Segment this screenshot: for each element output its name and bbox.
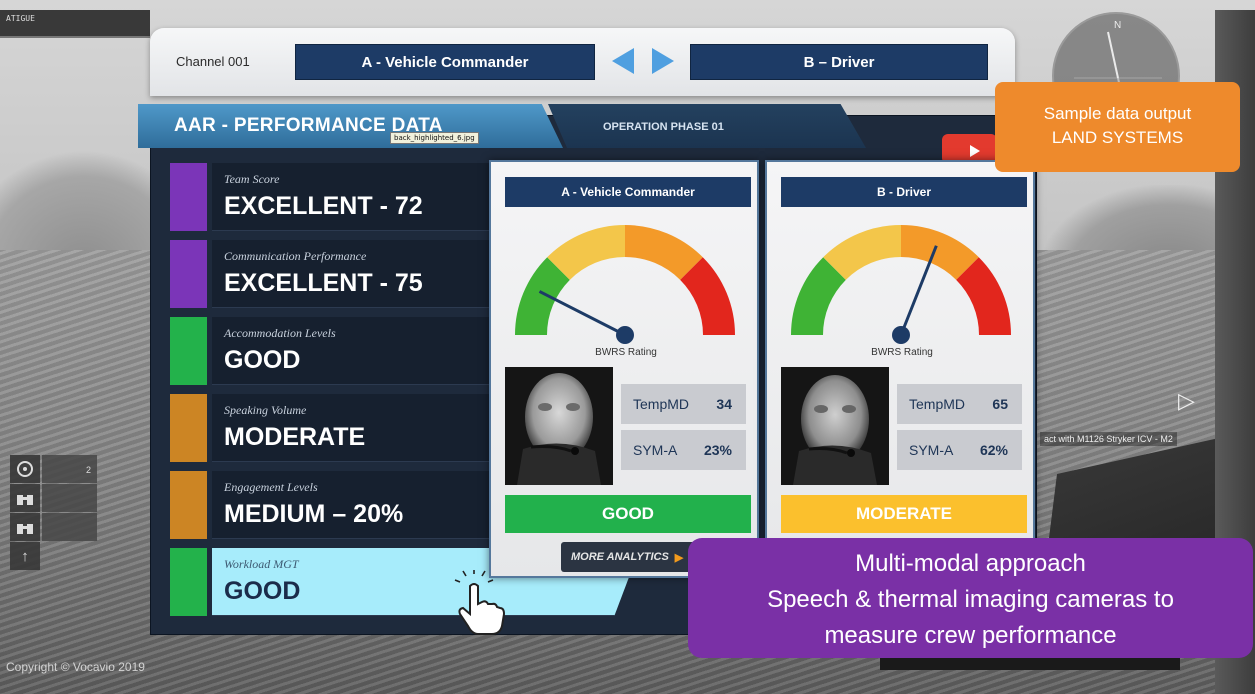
gauge-hub xyxy=(892,326,910,344)
metric-label: Communication Performance xyxy=(224,249,367,263)
vehicle-label: act with M1126 Stryker ICV - M2 xyxy=(1040,432,1177,446)
chevron-right-icon: ▶ xyxy=(674,551,684,564)
stat-tempmd: TempMD 65 xyxy=(897,384,1022,424)
hud-slot xyxy=(42,513,97,541)
metric-value: MEDIUM – 20% xyxy=(224,500,404,528)
channel-bar: Channel 001 A - Vehicle Commander B – Dr… xyxy=(150,28,1015,96)
sample-data-callout: Sample data output LAND SYSTEMS xyxy=(995,82,1240,172)
metric-color-tag xyxy=(170,163,207,231)
play-icon[interactable]: ▷ xyxy=(1178,388,1195,414)
hud-slot-count: 2 xyxy=(42,455,97,483)
phase-tab[interactable]: OPERATION PHASE 01 xyxy=(548,104,866,148)
crew-card-a: A - Vehicle Commander BWRS Rating TempMD… xyxy=(489,160,759,578)
crew-card-b: B - Driver BWRS Rating TempMD 65 SYM-A 6… xyxy=(765,160,1035,578)
more-analytics-button[interactable]: MORE ANALYTICS ▶ xyxy=(561,542,701,572)
metric-value: GOOD xyxy=(224,577,301,605)
callout-line: Sample data output xyxy=(1043,104,1192,123)
crew-b-selector[interactable]: B – Driver xyxy=(690,44,988,80)
stat-name: SYM-A xyxy=(909,442,954,458)
gauge-needle xyxy=(538,290,626,337)
metric-label: Workload MGT xyxy=(224,557,299,571)
metric-box: Accommodation Levels GOOD xyxy=(212,317,532,385)
stat-value: 62% xyxy=(979,442,1008,458)
metric-value: EXCELLENT - 72 xyxy=(224,192,423,220)
stat-name: TempMD xyxy=(909,396,966,412)
hud-controls: 2 ↑ xyxy=(10,455,97,571)
callout-line: measure crew performance xyxy=(824,622,1117,649)
previous-arrow-icon[interactable] xyxy=(612,48,634,74)
callout-line: Speech & thermal imaging cameras to xyxy=(767,586,1174,613)
bwrs-gauge xyxy=(515,225,735,344)
metric-color-tag xyxy=(170,317,207,385)
gauge-hub xyxy=(616,326,634,344)
callout-line: Multi-modal approach xyxy=(855,550,1086,577)
gauge-label: BWRS Rating xyxy=(595,347,657,358)
stat-tempmd: TempMD 34 xyxy=(621,384,746,424)
status-bar: MODERATE xyxy=(781,495,1027,533)
metric-value: EXCELLENT - 75 xyxy=(224,269,423,297)
stat-value: 65 xyxy=(992,396,1008,412)
thermal-image xyxy=(781,367,889,485)
metric-label: Speaking Volume xyxy=(224,403,307,417)
fatigue-label: ATIGUE xyxy=(6,14,35,23)
metric-label: Team Score xyxy=(224,172,280,186)
aar-header: AAR - PERFORMANCE DATA xyxy=(138,104,563,148)
more-analytics-label: MORE ANALYTICS xyxy=(571,551,669,563)
metric-label: Accommodation Levels xyxy=(224,326,336,340)
stat-sym-a: SYM-A 62% xyxy=(897,430,1022,470)
stat-value: 34 xyxy=(716,396,732,412)
channel-label: Channel 001 xyxy=(176,54,250,69)
metric-value: GOOD xyxy=(224,346,301,374)
hand-cursor-icon xyxy=(454,570,506,635)
metric-color-tag xyxy=(170,240,207,308)
stat-sym-a: SYM-A 23% xyxy=(621,430,746,470)
thermal-image xyxy=(505,367,613,485)
hud-slot xyxy=(42,484,97,512)
metric-box: Team Score EXCELLENT - 72 xyxy=(212,163,532,231)
binoculars-icon[interactable] xyxy=(10,513,40,541)
metric-color-tag xyxy=(170,548,207,616)
crew-a-selector[interactable]: A - Vehicle Commander xyxy=(295,44,595,80)
status-bar: GOOD xyxy=(505,495,751,533)
file-tooltip: back_highlighted_6.jpg xyxy=(390,132,479,144)
gauge-label: BWRS Rating xyxy=(871,347,933,358)
hud-row-binoculars-2[interactable] xyxy=(10,513,97,541)
thermal-face-icon xyxy=(781,367,889,485)
metric-color-tag xyxy=(170,394,207,462)
card-title: A - Vehicle Commander xyxy=(505,177,751,207)
hud-row-up[interactable]: ↑ xyxy=(10,542,97,570)
hud-row-binoculars-1[interactable] xyxy=(10,484,97,512)
stat-name: SYM-A xyxy=(633,442,678,458)
multimodal-callout: Multi-modal approach Speech & thermal im… xyxy=(688,538,1253,658)
fatigue-bar: ATIGUE xyxy=(0,10,150,38)
card-title: B - Driver xyxy=(781,177,1027,207)
thermal-face-icon xyxy=(505,367,613,485)
play-icon xyxy=(970,145,980,157)
metric-color-tag xyxy=(170,471,207,539)
stat-name: TempMD xyxy=(633,396,690,412)
next-arrow-icon[interactable] xyxy=(652,48,674,74)
metric-box: Communication Performance EXCELLENT - 75 xyxy=(212,240,532,308)
up-arrow-icon[interactable]: ↑ xyxy=(10,542,40,570)
stat-value: 23% xyxy=(703,442,732,458)
metric-value: MODERATE xyxy=(224,423,366,451)
bwrs-gauge xyxy=(791,225,1011,344)
metric-label: Engagement Levels xyxy=(224,480,318,494)
metric-box: Engagement Levels MEDIUM – 20% xyxy=(212,471,532,539)
metric-box: Speaking Volume MODERATE xyxy=(212,394,532,462)
gauge-needle xyxy=(899,245,938,336)
hud-row-steering[interactable]: 2 xyxy=(10,455,97,483)
callout-line: LAND SYSTEMS xyxy=(1051,128,1184,147)
steering-wheel-icon[interactable] xyxy=(10,455,40,483)
copyright-text: Copyright © Vocavio 2019 xyxy=(6,660,145,674)
binoculars-icon[interactable] xyxy=(10,484,40,512)
phase-label: OPERATION PHASE 01 xyxy=(603,121,724,133)
